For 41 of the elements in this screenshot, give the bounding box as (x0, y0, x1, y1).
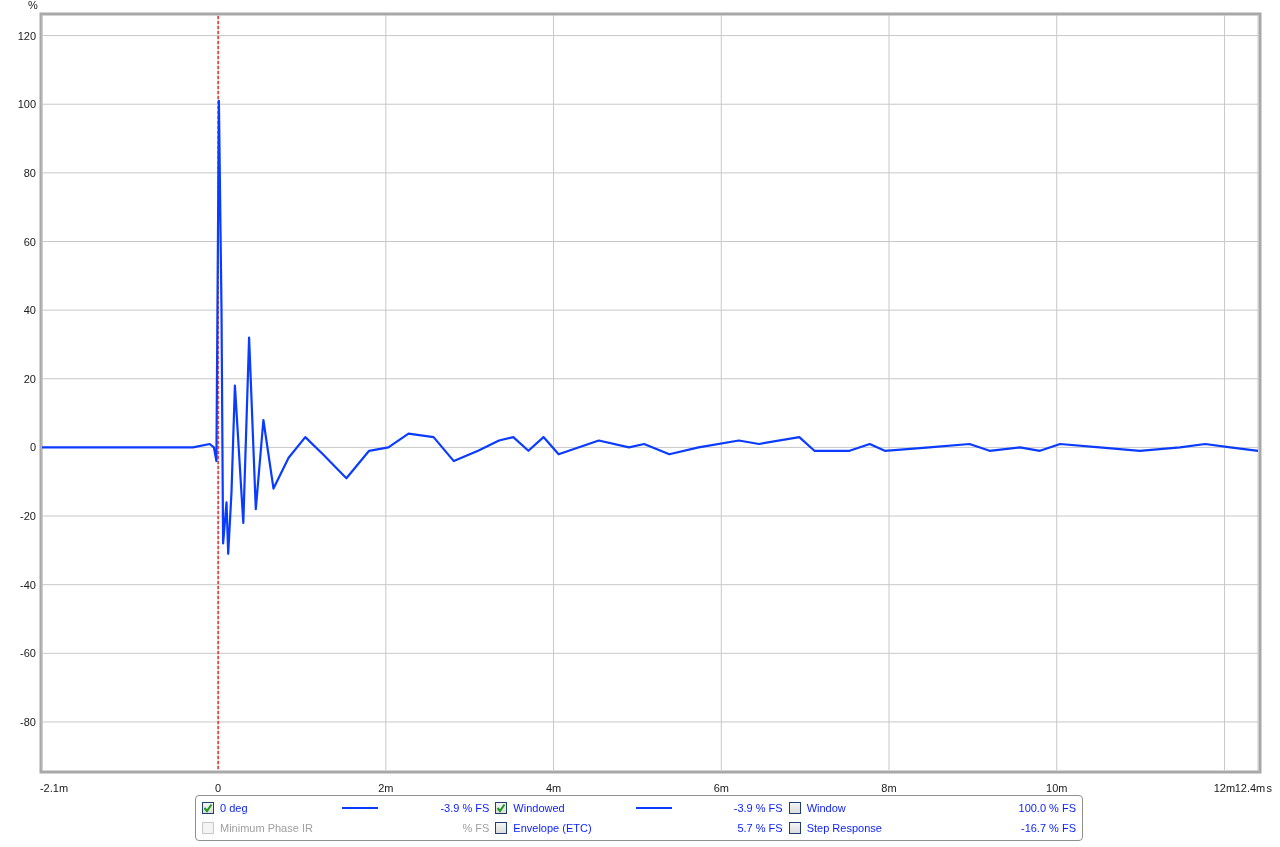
legend-label: Window (806, 802, 847, 814)
legend-label: Step Response (806, 822, 883, 834)
y-axis-unit: % (28, 0, 38, 11)
y-tick-label: 40 (23, 304, 36, 317)
x-tick-label: 6m (713, 782, 729, 794)
x-tick-label: 8m (881, 782, 897, 794)
y-tick-label: -60 (20, 647, 36, 660)
y-tick-label: 80 (23, 166, 36, 179)
check-icon (203, 803, 213, 813)
legend-label: Minimum Phase IR (220, 822, 314, 834)
y-tick-label: 0 (29, 441, 36, 454)
checkbox[interactable] (495, 802, 508, 814)
legend-label: Envelope (ETC) (513, 822, 593, 834)
y-tick-label: 120 (17, 29, 36, 42)
checkbox[interactable] (202, 802, 214, 814)
x-tick-label: -2.1m (39, 782, 69, 794)
legend-label: Windowed (513, 802, 566, 814)
x-tick-label: 10m (1046, 782, 1068, 794)
legend-value: -16.7 % FS (1019, 822, 1076, 834)
checkbox[interactable] (788, 802, 801, 814)
y-tick-label: -20 (20, 510, 36, 523)
x-axis-unit: s (1266, 782, 1272, 794)
x-tick-label: 12m (1213, 782, 1236, 794)
legend-value: -3.9 % FS (732, 802, 783, 814)
y-tick-label: -40 (20, 578, 36, 591)
y-tick-label: 20 (23, 372, 36, 385)
y-tick-label: 100 (17, 98, 36, 111)
legend-value: -3.9 % FS (439, 802, 490, 814)
y-tick-label: 60 (23, 235, 36, 248)
x-tick-label: 0 (215, 782, 222, 794)
checkbox[interactable] (788, 822, 801, 834)
legend-value: 5.7 % FS (736, 822, 783, 834)
legend-value: 100.0 % FS (1017, 802, 1076, 814)
x-tick-label: 4m (545, 782, 562, 794)
y-tick-label: -80 (20, 715, 36, 728)
x-tick-label: 12.4m (1234, 782, 1266, 794)
checkbox[interactable] (495, 822, 508, 834)
legend-value: % FS (461, 822, 490, 834)
legend-label: 0 deg (220, 802, 249, 814)
x-tick-label: 2m (378, 782, 394, 794)
check-icon (496, 803, 507, 813)
